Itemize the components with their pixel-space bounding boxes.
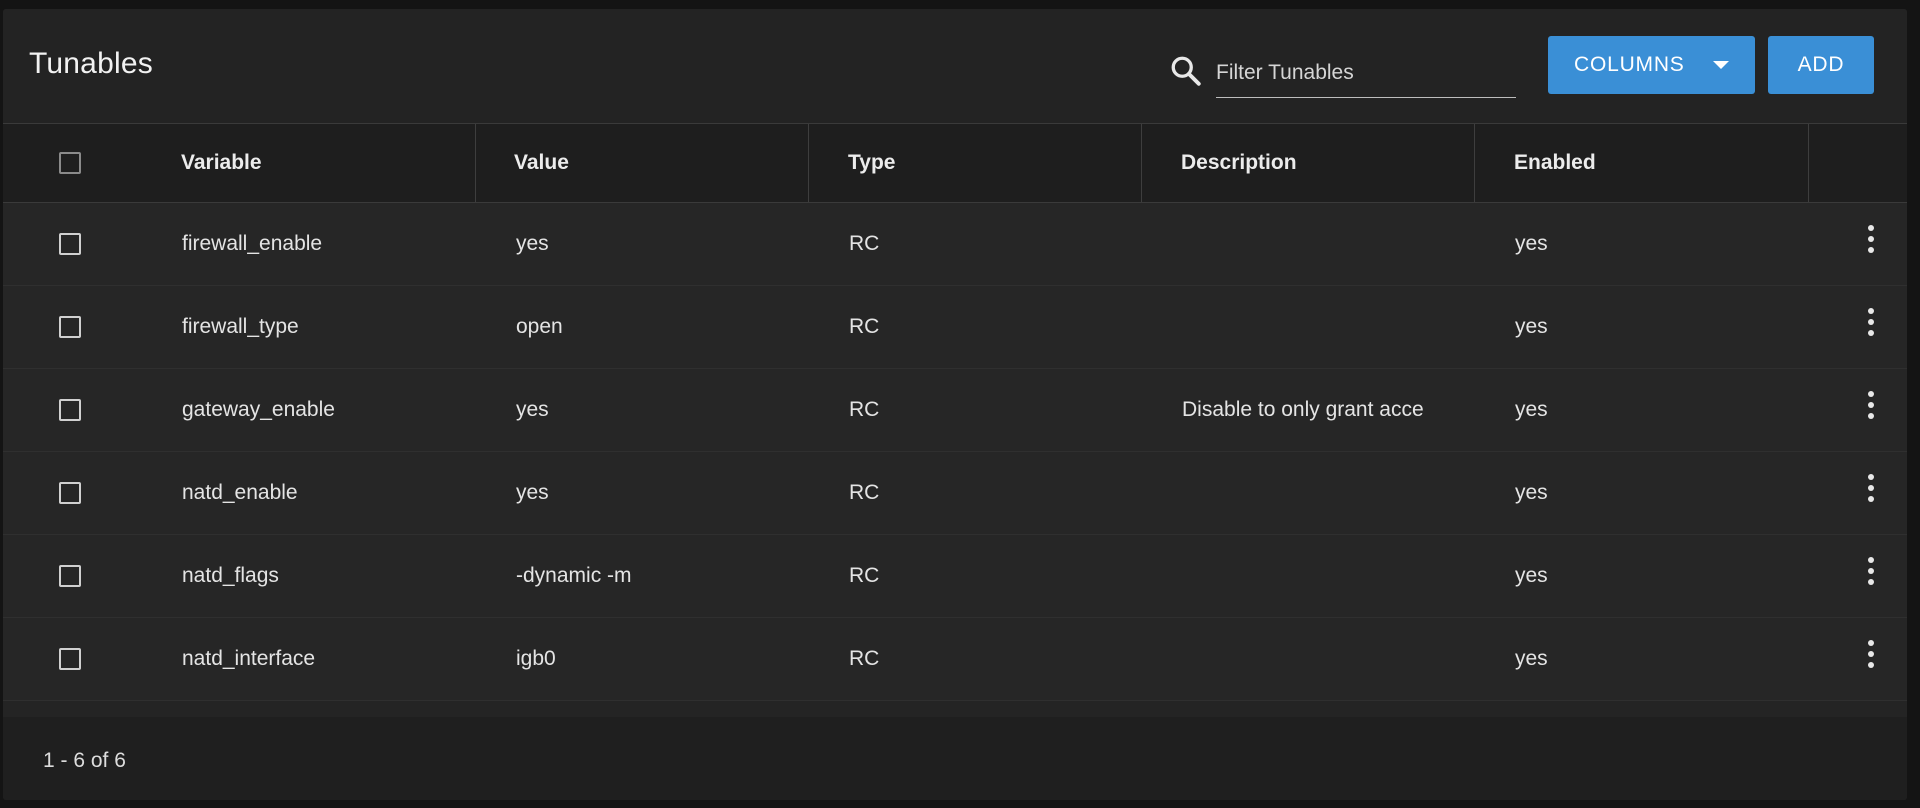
cell-variable: firewall_type [182,315,299,338]
cell-type: RC [849,232,880,255]
cell-description [1182,535,1447,617]
cell-type: RC [849,315,880,338]
select-all-checkbox[interactable] [59,152,81,174]
cell-value: open [516,315,563,338]
cell-enabled: yes [1515,564,1548,587]
row-checkbox[interactable] [59,399,81,421]
columns-button-label: COLUMNS [1574,53,1685,76]
cell-variable: firewall_enable [182,232,323,255]
row-checkbox[interactable] [59,648,81,670]
cell-type: RC [849,398,880,421]
more-vert-icon[interactable] [1861,389,1881,421]
row-checkbox[interactable] [59,565,81,587]
cell-enabled: yes [1515,647,1548,670]
column-header-enabled[interactable]: Enabled [1514,124,1596,202]
cell-enabled: yes [1515,315,1548,338]
row-checkbox[interactable] [59,233,81,255]
pagination-summary: 1 - 6 of 6 [43,749,126,772]
cell-value: igb0 [516,647,556,670]
column-divider[interactable] [808,124,809,202]
column-header-variable[interactable]: Variable [181,124,262,202]
table-row[interactable]: firewall_type open RC yes [3,286,1907,369]
table-row[interactable]: natd_enable yes RC yes [3,452,1907,535]
cell-value: -dynamic -m [516,564,632,587]
more-vert-icon[interactable] [1861,638,1881,670]
cell-type: RC [849,647,880,670]
column-divider[interactable] [475,124,476,202]
cell-description: Disable to only grant acce [1182,398,1424,421]
tunables-table: Variable Value Type Description Enabled … [3,123,1907,701]
cell-value: yes [516,232,549,255]
more-vert-icon[interactable] [1861,555,1881,587]
add-button[interactable]: ADD [1768,36,1874,94]
table-row[interactable]: natd_interface igb0 RC yes [3,618,1907,701]
row-checkbox[interactable] [59,316,81,338]
cell-value: yes [516,398,549,421]
more-vert-icon[interactable] [1861,223,1881,255]
table-row[interactable]: firewall_enable yes RC yes [3,203,1907,286]
cell-enabled: yes [1515,232,1548,255]
table-row[interactable]: natd_flags -dynamic -m RC yes [3,535,1907,618]
row-checkbox[interactable] [59,482,81,504]
table-header-row: Variable Value Type Description Enabled [3,123,1907,203]
cell-description [1182,286,1447,368]
column-divider[interactable] [1474,124,1475,202]
cell-variable: natd_interface [182,647,316,670]
filter-field [1216,53,1516,98]
cell-variable: natd_flags [182,564,279,587]
table-row[interactable]: gateway_enable yes RC Disable to only gr… [3,369,1907,452]
more-vert-icon[interactable] [1861,306,1881,338]
card-header: Tunables COLUMNS ADD [3,9,1907,123]
filter-input[interactable] [1216,53,1516,93]
column-divider[interactable] [1808,124,1809,202]
tunables-card: Tunables COLUMNS ADD Variable Value Type… [3,9,1907,800]
columns-button[interactable]: COLUMNS [1548,36,1755,94]
page-title: Tunables [29,47,153,80]
cell-description [1182,203,1447,285]
cell-description [1182,618,1447,700]
caret-down-icon [1713,61,1729,69]
add-button-label: ADD [1797,53,1845,76]
cell-type: RC [849,481,880,504]
table-footer: 1 - 6 of 6 [3,717,1907,800]
column-header-description[interactable]: Description [1181,124,1297,202]
column-divider[interactable] [1141,124,1142,202]
cell-variable: gateway_enable [182,398,335,421]
cell-enabled: yes [1515,398,1548,421]
column-header-value[interactable]: Value [514,124,569,202]
cell-description [1182,452,1447,534]
cell-value: yes [516,481,549,504]
cell-enabled: yes [1515,481,1548,504]
column-header-type[interactable]: Type [848,124,895,202]
cell-variable: natd_enable [182,481,298,504]
more-vert-icon[interactable] [1861,472,1881,504]
cell-type: RC [849,564,880,587]
search-icon [1171,56,1201,86]
